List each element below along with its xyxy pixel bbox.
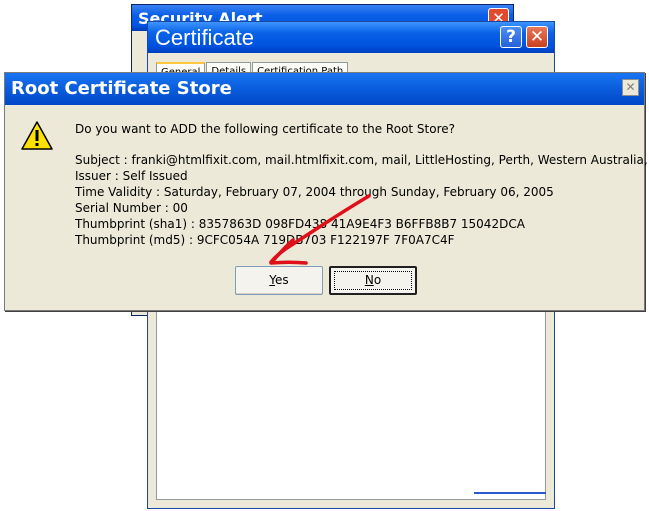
- yes-button[interactable]: Yes: [235, 266, 323, 295]
- certificate-title: Certificate: [148, 22, 554, 53]
- certificate-close-button[interactable]: ✕: [526, 26, 548, 48]
- cert-validity: Time Validity : Saturday, February 07, 2…: [75, 185, 554, 199]
- dialog-title: Root Certificate Store: [5, 73, 644, 105]
- dialog-question: Do you want to ADD the following certifi…: [75, 122, 456, 136]
- cert-thumbprint-md5: Thumbprint (md5) : 9CFC054A 719DB703 F12…: [75, 233, 455, 247]
- root-certificate-store-dialog: Root Certificate Store ✕ Do you want to …: [4, 72, 649, 311]
- cert-subject: Subject : franki@htmlfixit.com, mail.htm…: [75, 153, 649, 167]
- focus-rectangle: [334, 271, 412, 290]
- yes-label-rest: es: [275, 273, 289, 287]
- no-button[interactable]: No: [329, 266, 417, 295]
- certificate-ok-button-edge[interactable]: [474, 492, 546, 494]
- dialog-close-button[interactable]: ✕: [622, 79, 639, 96]
- help-button[interactable]: ?: [500, 26, 522, 48]
- cert-issuer: Issuer : Self Issued: [75, 169, 188, 183]
- warning-icon: [21, 121, 53, 150]
- cert-thumbprint-sha1: Thumbprint (sha1) : 8357863D 098FD438 41…: [75, 217, 525, 231]
- cert-serial: Serial Number : 00: [75, 201, 188, 215]
